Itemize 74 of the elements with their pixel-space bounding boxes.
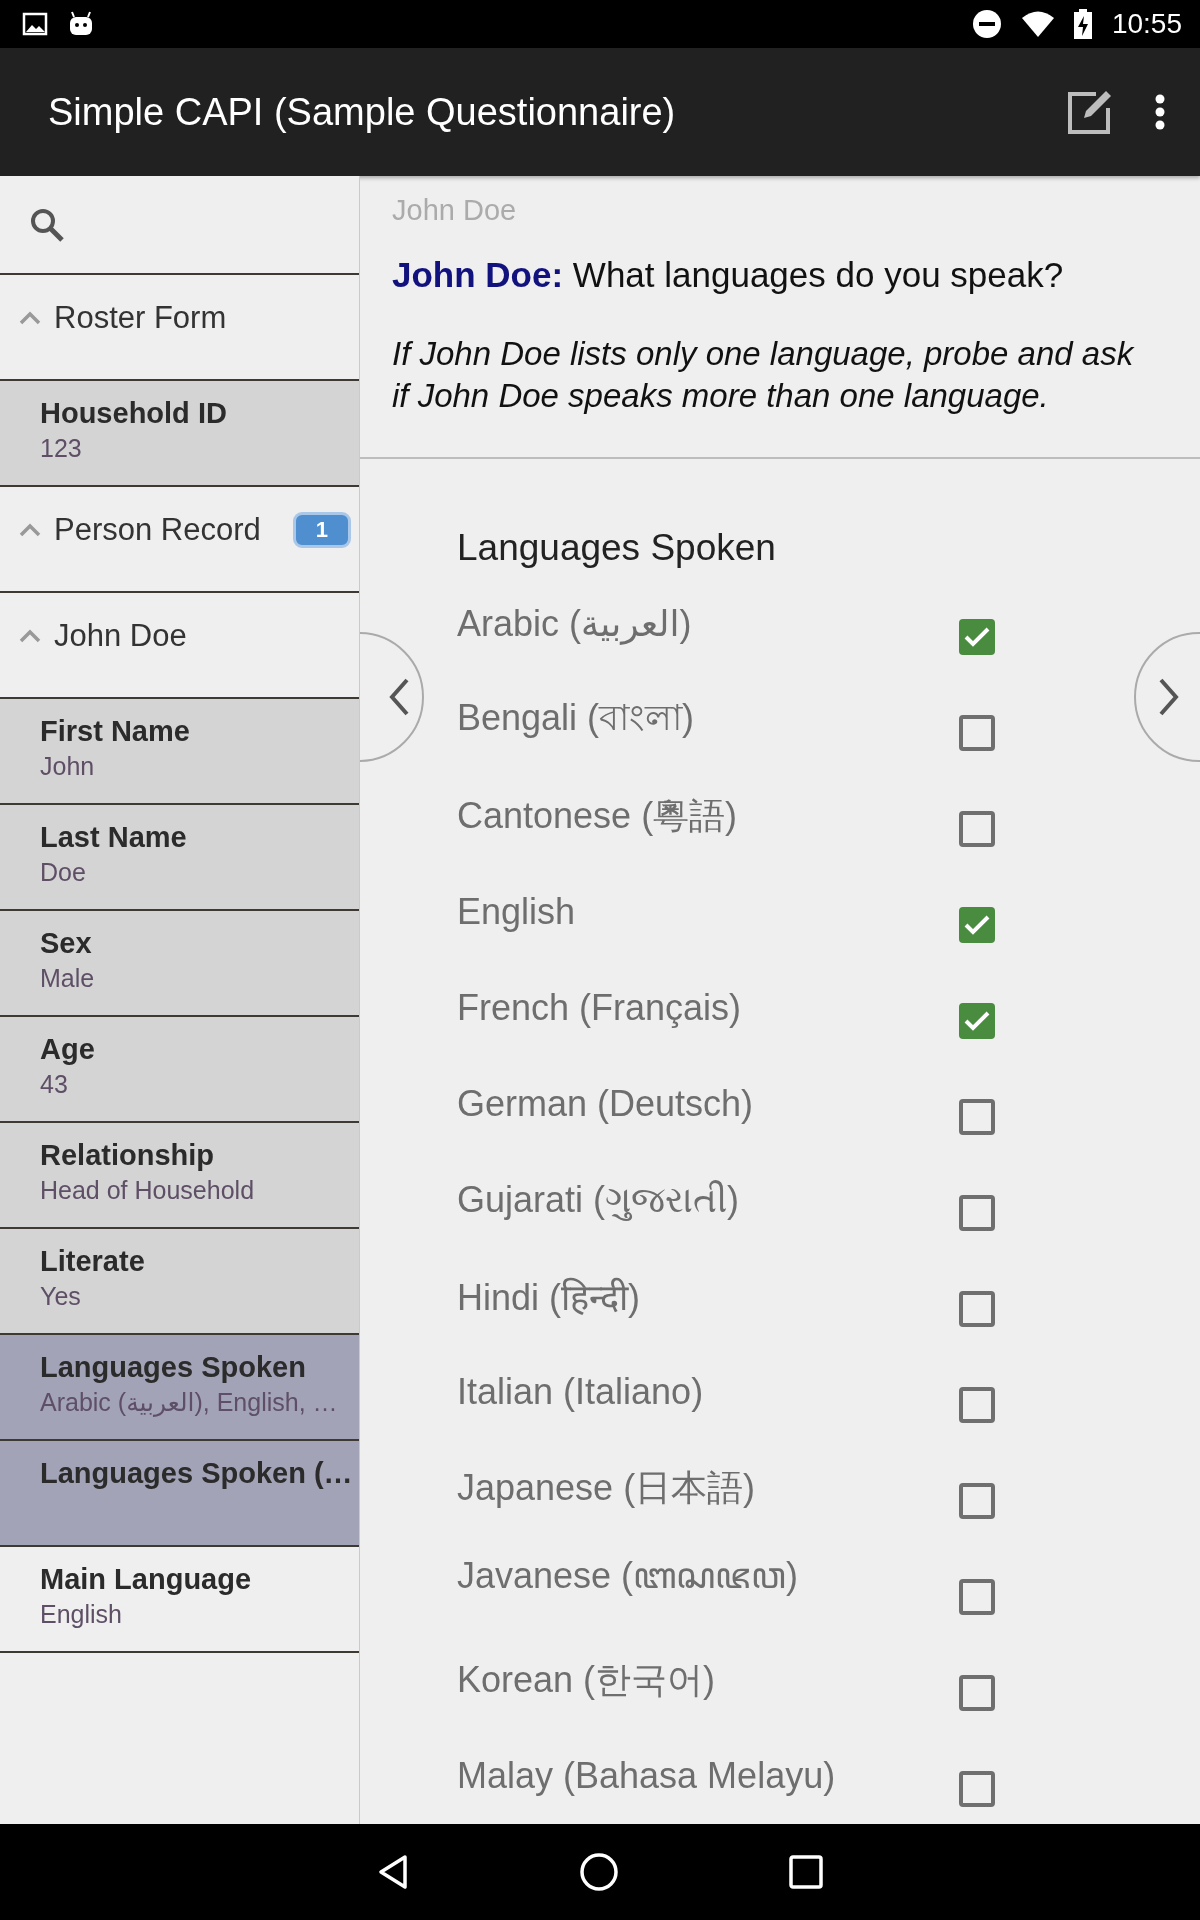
- checkbox[interactable]: [959, 1483, 995, 1519]
- option-label: Bengali (বাংলা): [457, 696, 696, 740]
- option-label: Malay (Bahasa Melayu): [457, 1755, 837, 1798]
- field-value: John: [40, 752, 96, 781]
- checkbox[interactable]: [959, 1387, 995, 1423]
- chevron-left-icon: [388, 677, 410, 717]
- battery-charging-icon: [1073, 9, 1092, 39]
- field-label: Last Name: [40, 821, 188, 854]
- checkbox[interactable]: [959, 907, 995, 943]
- field-value: 123: [40, 434, 83, 463]
- checkbox[interactable]: [959, 1099, 995, 1135]
- option-label: Javanese (ꦧꦱꦗꦮ): [457, 1553, 800, 1598]
- option-label: Korean (한국어): [457, 1657, 717, 1702]
- option-label: Japanese (日本語): [457, 1465, 757, 1510]
- checkbox[interactable]: [959, 619, 995, 655]
- option-label: Cantonese (粵語): [457, 793, 739, 838]
- option-label: English: [457, 891, 577, 934]
- field-item[interactable]: Sex Male: [0, 911, 359, 1017]
- field-item[interactable]: Last Name Doe: [0, 805, 359, 911]
- field-item[interactable]: First Name John: [0, 699, 359, 805]
- recents-button[interactable]: [789, 1855, 823, 1889]
- clock-time: 10:55: [1111, 8, 1182, 40]
- more-vertical-icon: [1154, 94, 1166, 130]
- field-label: First Name: [40, 715, 191, 748]
- field-label: Age: [40, 1033, 96, 1066]
- app-title: Simple CAPI (Sample Questionnaire): [48, 90, 677, 134]
- roster-label: John Doe: [392, 194, 518, 227]
- field-item[interactable]: Languages Spoken (…: [0, 1441, 359, 1547]
- instruction-text: If John Doe lists only one language, probe and ask if John Doe speaks more than one language.: [392, 334, 1136, 416]
- option-label: Italian (Italiano): [457, 1371, 705, 1414]
- checkbox[interactable]: [959, 1579, 995, 1615]
- section-title: Languages Spoken: [457, 527, 777, 569]
- field-value: Yes: [40, 1282, 82, 1311]
- field-label: Relationship: [40, 1139, 215, 1172]
- field-item[interactable]: Relationship Head of Household: [0, 1123, 359, 1229]
- do-not-disturb-icon: [971, 9, 1002, 39]
- checkbox[interactable]: [959, 1771, 995, 1807]
- field-value: Male: [40, 964, 96, 993]
- field-label: Main Language: [40, 1563, 253, 1596]
- group-label: Person Record: [54, 512, 261, 548]
- checkbox[interactable]: [959, 811, 995, 847]
- checkbox[interactable]: [959, 715, 995, 751]
- field-item[interactable]: Age 43: [0, 1017, 359, 1123]
- checkbox[interactable]: [959, 1195, 995, 1231]
- wifi-icon: [1021, 11, 1054, 37]
- field-value: Arabic (العربية), English, …: [40, 1388, 339, 1417]
- field-label: Literate: [40, 1245, 146, 1278]
- option-label: German (Deutsch): [457, 1083, 755, 1126]
- group-label: John Doe: [54, 618, 187, 654]
- option-label: French (Français): [457, 987, 743, 1030]
- count-badge: 1: [292, 512, 351, 548]
- picture-icon: [22, 12, 48, 36]
- group-label: Roster Form: [54, 300, 227, 336]
- option-label: Gujarati (ગુજરાતી): [457, 1179, 741, 1223]
- field-label: Languages Spoken (…: [40, 1457, 351, 1490]
- field-value: Doe: [40, 858, 87, 887]
- home-button[interactable]: [579, 1852, 619, 1892]
- option-label: Hindi (हिन्दी): [457, 1275, 641, 1320]
- field-label: Sex: [40, 927, 93, 960]
- field-label: Household ID: [40, 397, 228, 430]
- back-button[interactable]: [377, 1854, 409, 1890]
- field-label: Languages Spoken: [40, 1351, 307, 1384]
- field-value: Head of Household: [40, 1176, 256, 1205]
- field-item[interactable]: Household ID 123: [0, 381, 359, 487]
- chevron-right-icon: [1158, 677, 1180, 717]
- field-value: 43: [40, 1070, 69, 1099]
- checkbox[interactable]: [959, 1003, 995, 1039]
- field-item[interactable]: Literate Yes: [0, 1229, 359, 1335]
- checkbox[interactable]: [959, 1675, 995, 1711]
- option-label: Arabic (العربية): [457, 603, 693, 647]
- question-text: John Doe: What languages do you speak?: [392, 255, 1065, 295]
- field-value: English: [40, 1600, 123, 1629]
- checkbox[interactable]: [959, 1291, 995, 1327]
- android-icon: [68, 11, 94, 37]
